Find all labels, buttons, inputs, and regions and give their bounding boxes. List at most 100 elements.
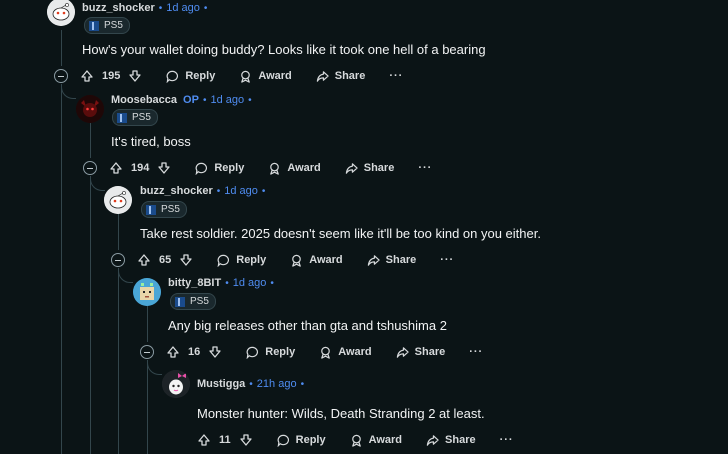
username[interactable]: Mustigga (197, 378, 245, 390)
reply-icon (217, 254, 230, 267)
reply-label: Reply (265, 346, 296, 358)
share-button[interactable]: Share (345, 162, 394, 175)
user-flair: PS5 (112, 109, 158, 126)
timestamp[interactable]: 1d ago (210, 94, 244, 106)
flair-label: PS5 (161, 204, 180, 215)
share-icon (316, 70, 329, 82)
share-icon (426, 434, 439, 446)
thread-line[interactable] (118, 214, 119, 250)
separator-dot: • (249, 378, 253, 390)
vote-group: 65 (137, 253, 193, 267)
upvote-icon[interactable] (109, 161, 123, 175)
avatar[interactable] (133, 278, 161, 306)
upvote-icon[interactable] (197, 433, 211, 447)
thread-line[interactable] (61, 86, 62, 454)
timestamp[interactable]: 1d ago (233, 277, 267, 289)
award-button[interactable]: Award (350, 434, 402, 447)
reply-icon (246, 346, 259, 359)
more-options-button[interactable]: ··· (440, 254, 454, 266)
collapse-button[interactable] (111, 253, 125, 267)
collapse-button[interactable] (54, 69, 68, 83)
vote-score: 16 (188, 346, 201, 358)
avatar[interactable] (104, 186, 132, 214)
award-label: Award (368, 434, 403, 446)
award-icon (351, 434, 361, 447)
thread-line[interactable] (61, 30, 62, 66)
separator-dot: • (248, 94, 252, 106)
flair-label: PS5 (132, 112, 151, 123)
reply-button[interactable]: Reply (277, 434, 326, 447)
award-icon (270, 162, 280, 175)
collapse-button[interactable] (140, 345, 154, 359)
share-button[interactable]: Share (426, 434, 476, 447)
separator-dot: • (300, 378, 305, 390)
flair-label: PS5 (104, 20, 123, 31)
thread-line[interactable] (90, 122, 91, 158)
username[interactable]: Moosebacca (111, 94, 177, 106)
award-button[interactable]: Award (319, 346, 372, 359)
award-button[interactable]: Award (290, 254, 343, 267)
thread-line[interactable] (90, 178, 91, 454)
avatar[interactable] (76, 95, 104, 123)
vote-score: 65 (159, 254, 172, 266)
flair-icon (175, 296, 185, 307)
award-button[interactable]: Award (268, 162, 321, 175)
thread-elbow (61, 84, 76, 99)
downvote-icon[interactable] (179, 253, 193, 267)
share-button[interactable]: Share (316, 70, 366, 83)
comment-actions: 11 Reply Award Share ··· (197, 430, 514, 450)
avatar[interactable] (162, 370, 190, 398)
comment-body: It's tired, boss (111, 134, 191, 149)
comment-header: Mustigga • 21h ago • (197, 376, 308, 392)
username[interactable]: buzz_shocker (140, 185, 213, 197)
more-options-button[interactable]: ··· (418, 162, 432, 174)
timestamp[interactable]: 21h ago (257, 378, 297, 390)
thread-line[interactable] (118, 270, 119, 454)
avatar[interactable] (47, 0, 75, 26)
thread-elbow (90, 176, 105, 191)
share-label: Share (445, 434, 476, 446)
vote-group: 195 (80, 69, 142, 83)
collapse-button[interactable] (83, 161, 97, 175)
separator-dot: • (261, 185, 266, 197)
reply-button[interactable]: Reply (217, 254, 266, 267)
more-options-button[interactable]: ··· (389, 70, 403, 82)
avatar-image-icon (162, 370, 190, 398)
upvote-icon[interactable] (166, 345, 180, 359)
upvote-icon[interactable] (80, 69, 94, 83)
vote-score: 11 (219, 434, 231, 446)
vote-group: 11 (197, 433, 253, 447)
reddit-snoo-icon (104, 186, 132, 214)
reply-button[interactable]: Reply (195, 162, 244, 175)
thread-line[interactable] (147, 306, 148, 342)
timestamp[interactable]: 1d ago (166, 2, 200, 14)
downvote-icon[interactable] (128, 69, 142, 83)
more-options-button[interactable]: ··· (500, 434, 514, 446)
reply-icon (195, 162, 208, 175)
comment-actions: 65 Reply Award Share ··· (111, 250, 454, 270)
reply-icon (277, 434, 289, 447)
reply-label: Reply (214, 162, 245, 174)
share-icon (367, 254, 380, 266)
upvote-icon[interactable] (137, 253, 151, 267)
downvote-icon[interactable] (208, 345, 222, 359)
thread-line[interactable] (147, 362, 148, 454)
op-badge: OP (183, 94, 199, 106)
share-label: Share (334, 70, 366, 82)
award-button[interactable]: Award (239, 70, 292, 83)
separator-dot: • (158, 2, 163, 14)
reply-button[interactable]: Reply (166, 70, 215, 83)
more-options-button[interactable]: ··· (469, 346, 483, 358)
timestamp[interactable]: 1d ago (224, 185, 258, 197)
flair-icon (117, 112, 127, 123)
downvote-icon[interactable] (239, 433, 253, 447)
flair-label: PS5 (190, 296, 209, 307)
username[interactable]: buzz_shocker (82, 2, 155, 14)
share-icon (345, 162, 358, 174)
reply-button[interactable]: Reply (246, 346, 295, 359)
share-button[interactable]: Share (396, 346, 445, 359)
downvote-icon[interactable] (157, 161, 171, 175)
separator-dot: • (203, 2, 208, 14)
share-button[interactable]: Share (367, 254, 416, 267)
username[interactable]: bitty_8BIT (168, 277, 221, 289)
